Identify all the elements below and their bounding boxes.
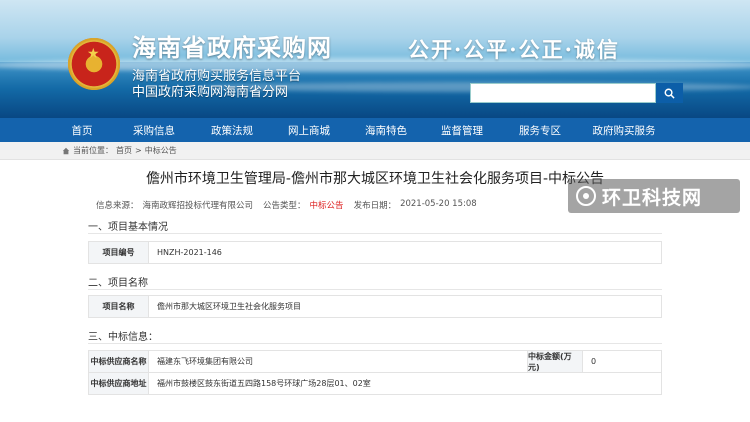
site-subtitle: 中国政府采购网海南省分网	[132, 85, 289, 100]
winner-amount-value: 0	[591, 357, 597, 366]
section-divider	[88, 233, 662, 234]
site-title[interactable]: 海南省政府采购网	[132, 28, 332, 63]
project-name-label: 项目名称	[89, 296, 149, 317]
nav-item-hainan-features[interactable]: 海南特色	[348, 118, 424, 142]
nav-item-supervision[interactable]: 监督管理	[424, 118, 500, 142]
meta-source: 海南政辉招投标代理有限公司	[142, 201, 254, 211]
nav-item-online-mall[interactable]: 网上商城	[270, 118, 348, 142]
meta-date-label: 发布日期：	[353, 201, 397, 211]
section-heading: 一、项目基本情况	[88, 222, 168, 233]
meta-type-label: 公告类型：	[263, 201, 306, 211]
section-heading: 三、中标信息：	[88, 332, 158, 343]
section-heading: 二、项目名称	[88, 278, 148, 289]
info-row-project-no: 项目编号 HNZH-2021-146	[88, 241, 662, 264]
site-banner: ★ 海南省政府采购网 海南省政府购买服务信息平台 中国政府采购网海南省分网 公开…	[0, 0, 750, 118]
info-row-project-name: 项目名称 儋州市那大城区环境卫生社会化服务项目	[88, 295, 662, 318]
winner-amount-label: 中标金额(万元)	[527, 351, 583, 372]
meta-source-label: 信息来源：	[96, 201, 139, 211]
search-button[interactable]	[656, 83, 683, 103]
breadcrumb-prefix: 当前位置：	[73, 146, 113, 155]
project-no-value: HNZH-2021-146	[157, 248, 222, 257]
nav-item-procurement-info[interactable]: 采购信息	[114, 118, 194, 142]
nav-item-home[interactable]: 首页	[0, 118, 114, 142]
search-input[interactable]	[470, 83, 656, 103]
winner-supplier-value: 福建东飞环境集团有限公司	[157, 357, 253, 366]
breadcrumb-separator: >	[135, 146, 142, 155]
home-icon	[62, 147, 70, 154]
watermark-text: 环卫科技网	[602, 186, 703, 209]
winner-supplier-label: 中标供应商名称	[89, 351, 149, 372]
search-icon	[664, 88, 675, 99]
info-row-winner: 中标供应商名称 福建东飞环境集团有限公司 中标金额(万元) 0	[88, 350, 662, 373]
winner-address-value: 福州市鼓楼区鼓东街道五四路158号环球广场28层01、02室	[157, 379, 371, 388]
main-nav: 首页 采购信息 政策法规 网上商城 海南特色 监督管理 服务专区 政府购买服务	[0, 118, 750, 142]
slogan: 公开·公平·公正·诚信	[408, 37, 620, 62]
winner-address-label: 中标供应商地址	[89, 373, 149, 394]
section-divider	[88, 343, 662, 344]
meta-type: 中标公告	[309, 201, 344, 211]
star-icon: ★	[87, 46, 100, 62]
breadcrumb-current[interactable]: 中标公告	[145, 145, 177, 156]
info-row-address: 中标供应商地址 福州市鼓楼区鼓东街道五四路158号环球广场28层01、02室	[88, 372, 662, 395]
nav-item-service-zone[interactable]: 服务专区	[500, 118, 580, 142]
meta-date: 2021-05-20 15:08	[400, 199, 477, 209]
article-content: 儋州市环境卫生管理局-儋州市那大城区环境卫生社会化服务项目-中标公告 环卫科技网…	[0, 160, 750, 422]
project-name-value: 儋州市那大城区环境卫生社会化服务项目	[157, 302, 301, 311]
nav-item-gov-purchase-service[interactable]: 政府购买服务	[580, 118, 668, 142]
article-meta: 信息来源： 海南政辉招投标代理有限公司 公告类型： 中标公告 发布日期： 202…	[96, 199, 477, 211]
project-no-label: 项目编号	[89, 242, 149, 263]
watermark-logo-icon	[576, 186, 596, 206]
nav-item-policies[interactable]: 政策法规	[194, 118, 270, 142]
national-emblem-icon: ★	[68, 38, 120, 90]
breadcrumb: 当前位置： 首页 > 中标公告	[0, 142, 750, 160]
breadcrumb-home[interactable]: 首页	[116, 145, 132, 156]
section-divider	[88, 289, 662, 290]
watermark: 环卫科技网	[568, 179, 740, 213]
